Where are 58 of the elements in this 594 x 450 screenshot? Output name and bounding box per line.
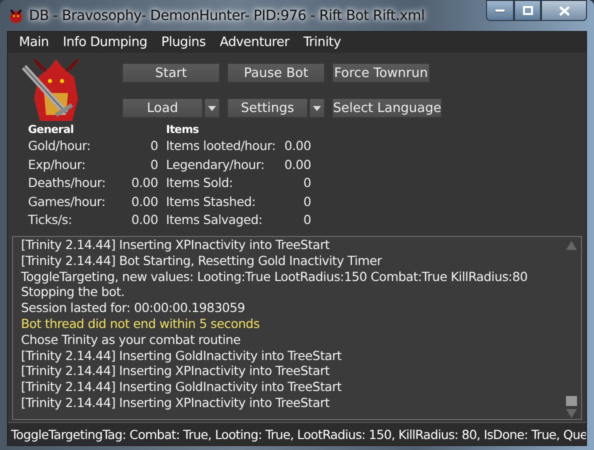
minimize-button[interactable] (486, 0, 514, 21)
dropdown-button[interactable] (204, 98, 220, 118)
log-line: Stopping the bot. (21, 284, 126, 300)
stat-value: 0 (149, 137, 158, 155)
menu-item[interactable]: Trinity (296, 35, 348, 50)
menu-item[interactable]: Adventurer (212, 35, 296, 50)
menu-item[interactable]: Main (12, 35, 56, 50)
stat-value: 0 (302, 174, 311, 192)
stat-value: 0 (302, 192, 311, 211)
stat-value: 0.00 (131, 174, 158, 192)
stat-label: Items Salvaged: (166, 211, 264, 230)
log-line: [Trinity 2.14.44] Inserting GoldInactivity into TreeStart (21, 379, 342, 395)
log-line: [Trinity 2.14.44] Inserting XPInactivity into TreeStart (21, 394, 330, 411)
section-heading: General (28, 123, 75, 137)
log-line: [Trinity 2.14.44] Inserting XPInactivity into TreeStart (21, 363, 330, 380)
log-line: [Trinity 2.14.44] Bot Starting, Resetting Gold Inactivity Timer (21, 252, 383, 269)
log-line: Session lasted for: 00:00:00.1983059 (21, 300, 246, 316)
stat-value: 0 (149, 156, 158, 174)
log-line: [Trinity 2.14.44] Inserting XPInactivity into TreeStart (21, 236, 330, 253)
close-button[interactable] (541, 0, 587, 21)
toolbar-button[interactable]: Pause Bot (227, 63, 325, 83)
caret-icon (313, 106, 321, 110)
minimize-icon (495, 8, 505, 12)
scrollbar[interactable] (565, 238, 579, 417)
stat-label: Games/hour: (28, 192, 106, 211)
toolbar-button[interactable]: Settings (227, 98, 308, 118)
dropdown-button[interactable] (309, 98, 325, 118)
menu-item[interactable]: Plugins (154, 35, 213, 50)
stat-value: 0.00 (284, 137, 311, 155)
section-heading: Items (166, 123, 200, 137)
log-warning-line: Bot thread did not end within 5 seconds (21, 316, 261, 332)
log-line: [Trinity 2.14.44] Inserting GoldInactivity into TreeStart (21, 348, 342, 364)
stat-label: Legendary/hour: (166, 156, 266, 174)
toolbar-button[interactable]: Force Townrun (332, 63, 430, 83)
log-line: Chose Trinity as your combat routine (21, 332, 242, 348)
window-title: DB - Bravosophy- DemonHunter- PID:976 - Rift Bot Rift.xml (29, 8, 425, 24)
maximize-button[interactable] (514, 0, 541, 21)
toolbar-button[interactable]: Select Language (332, 98, 442, 118)
stat-label: Items Stashed: (166, 192, 257, 211)
stat-value: 0.00 (284, 156, 311, 174)
toolbar-button[interactable]: Start (122, 63, 220, 83)
log-line: ToggleTargeting, new values: Looting:True LootRadius:150 Combat:True KillRadius:80 (21, 268, 529, 284)
caret-icon (208, 106, 216, 110)
close-icon (558, 6, 570, 16)
stat-label: Items Sold: (166, 174, 234, 192)
scroll-thumb[interactable] (566, 396, 577, 406)
stat-label: Gold/hour: (28, 137, 92, 155)
stat-label: Ticks/s: (28, 211, 73, 230)
demon-app-icon (8, 8, 24, 24)
stat-value: 0.00 (131, 192, 158, 211)
stat-label: Items looted/hour: (166, 137, 277, 155)
stat-value: 0 (302, 211, 311, 230)
toolbar-button[interactable]: Load (122, 98, 203, 118)
stat-label: Deaths/hour: (28, 174, 107, 192)
maximize-icon (522, 6, 532, 15)
stat-label: Exp/hour: (28, 156, 86, 174)
menu-item[interactable]: Info Dumping (56, 35, 154, 50)
stat-value: 0.00 (131, 211, 158, 230)
